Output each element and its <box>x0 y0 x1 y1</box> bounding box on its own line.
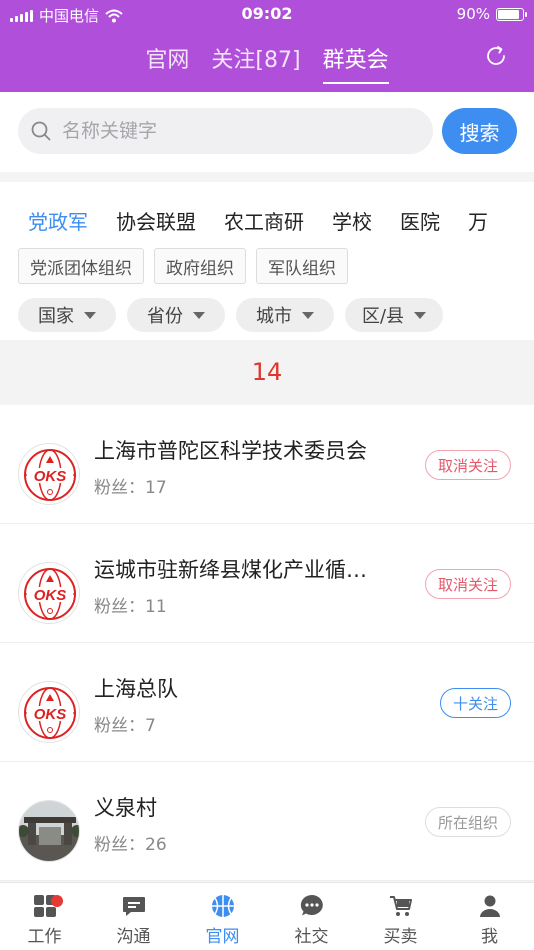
organization-button[interactable]: 所在组织 <box>424 807 511 837</box>
oks-logo-icon: OKS <box>24 449 76 501</box>
item-title: 运城市驻新绛县煤化产业循… <box>94 558 367 582</box>
fans-count: 7 <box>145 716 156 736</box>
search-box[interactable] <box>18 108 433 154</box>
item-title: 上海总队 <box>94 677 178 701</box>
list-item[interactable]: 义泉村 粉丝：26 所在组织 <box>0 762 534 881</box>
village-gate-icon <box>19 801 79 861</box>
category-tab[interactable]: 协会联盟 <box>116 206 196 235</box>
caret-down-icon <box>414 311 427 319</box>
status-time: 09:02 <box>241 4 293 23</box>
tab-work[interactable]: 工作 <box>0 883 89 950</box>
bottom-tab-bar: 工作 沟通 官网 社交 买卖 我 <box>0 882 534 950</box>
filter-area: 党政军 协会联盟 农工商研 学校 医院 万 党派团体组织 政府组织 军队组织 国… <box>0 182 534 340</box>
fans-prefix: 粉丝： <box>94 597 145 617</box>
subcategory-chips: 党派团体组织 政府组织 军队组织 <box>18 248 348 284</box>
battery-percent: 90% <box>456 5 490 23</box>
chat-icon <box>122 897 145 916</box>
follow-button[interactable]: 十关注 <box>439 688 511 718</box>
battery-fill <box>498 9 519 19</box>
bubble-icon <box>300 894 323 916</box>
item-fans: 粉丝：7 <box>94 711 156 736</box>
fans-count: 26 <box>145 835 167 855</box>
fans-count: 17 <box>145 478 167 498</box>
caret-down-icon <box>193 311 205 319</box>
item-fans: 粉丝：17 <box>94 473 167 498</box>
category-tab[interactable]: 万 <box>468 206 488 235</box>
refresh-icon[interactable] <box>484 44 508 68</box>
tab-label: 官网 <box>205 927 240 947</box>
basketball-icon <box>211 895 234 917</box>
category-tabs: 党政军 协会联盟 农工商研 学校 医院 万 <box>28 206 488 235</box>
region-dropdowns: 国家 省份 城市 区/县 <box>18 298 443 332</box>
oks-logo-icon: OKS <box>24 687 76 739</box>
result-count: 14 <box>0 340 534 404</box>
list-item[interactable]: OKS 上海市普陀区科学技术委员会 粉丝：17 取消关注 <box>0 405 534 524</box>
svg-text:OKS: OKS <box>34 587 67 604</box>
item-fans: 粉丝：11 <box>94 592 167 617</box>
tab-following[interactable]: 关注[87] <box>211 42 300 84</box>
city-dropdown[interactable]: 城市 <box>236 298 334 332</box>
category-tab[interactable]: 学校 <box>332 206 372 235</box>
dropdown-label: 城市 <box>256 306 292 327</box>
oks-logo-icon: OKS <box>24 568 76 620</box>
fans-prefix: 粉丝： <box>94 835 145 855</box>
item-fans: 粉丝：26 <box>94 830 167 855</box>
tab-label: 我 <box>481 927 498 947</box>
tab-trade[interactable]: 买卖 <box>356 883 445 950</box>
organization-list: OKS 上海市普陀区科学技术委员会 粉丝：17 取消关注 OKS 运城市驻新绛县… <box>0 405 534 881</box>
top-tabs: 官网 关注[87] 群英会 <box>0 42 534 84</box>
caret-down-icon <box>84 311 96 319</box>
caret-down-icon <box>302 311 314 319</box>
dropdown-label: 区/县 <box>361 306 405 327</box>
subcategory-chip[interactable]: 党派团体组织 <box>18 248 144 284</box>
user-icon <box>479 895 500 917</box>
search-input[interactable] <box>62 120 392 142</box>
list-item[interactable]: OKS 上海总队 粉丝：7 十关注 <box>0 643 534 762</box>
unfollow-button[interactable]: 取消关注 <box>424 569 511 599</box>
tab-label: 沟通 <box>116 927 151 947</box>
subcategory-chip[interactable]: 军队组织 <box>256 248 348 284</box>
svg-text:OKS: OKS <box>34 468 67 485</box>
battery-icon <box>496 7 527 21</box>
tab-label: 买卖 <box>383 927 418 947</box>
status-bar: 中国电信 09:02 90% <box>0 0 534 28</box>
oks-logo-avatar[interactable]: OKS <box>18 681 80 743</box>
category-tab[interactable]: 党政军 <box>28 206 88 235</box>
cart-icon <box>389 896 412 916</box>
category-tab[interactable]: 医院 <box>400 206 440 235</box>
tab-label: 社交 <box>294 927 329 947</box>
village-gate-avatar[interactable] <box>18 800 80 862</box>
fans-prefix: 粉丝： <box>94 716 145 736</box>
tab-me[interactable]: 我 <box>445 883 534 950</box>
svg-text:OKS: OKS <box>34 706 67 723</box>
oks-logo-avatar[interactable]: OKS <box>18 562 80 624</box>
dropdown-label: 省份 <box>147 306 183 327</box>
fans-count: 11 <box>145 597 167 617</box>
item-title: 上海市普陀区科学技术委员会 <box>94 439 367 463</box>
tab-official-site[interactable]: 官网 <box>145 42 189 84</box>
oks-logo-avatar[interactable]: OKS <box>18 443 80 505</box>
list-item[interactable]: OKS 运城市驻新绛县煤化产业循… 粉丝：11 取消关注 <box>0 524 534 643</box>
country-dropdown[interactable]: 国家 <box>18 298 116 332</box>
subcategory-chip[interactable]: 政府组织 <box>154 248 246 284</box>
unfollow-button[interactable]: 取消关注 <box>424 450 511 480</box>
tab-social[interactable]: 社交 <box>267 883 356 950</box>
tab-label: 工作 <box>27 927 62 947</box>
tab-chat[interactable]: 沟通 <box>89 883 178 950</box>
fans-prefix: 粉丝： <box>94 478 145 498</box>
tab-group-heroes[interactable]: 群英会 <box>322 42 389 84</box>
status-right: 90% <box>456 5 527 23</box>
province-dropdown[interactable]: 省份 <box>127 298 225 332</box>
category-tab[interactable]: 农工商研 <box>224 206 304 235</box>
search-icon <box>31 121 51 141</box>
search-button[interactable]: 搜索 <box>442 108 517 154</box>
app-header: 中国电信 09:02 90% 官网 关注[87] 群英会 <box>0 0 534 92</box>
dropdown-label: 国家 <box>38 306 74 327</box>
item-title: 义泉村 <box>94 796 157 820</box>
tab-official-site-nav[interactable]: 官网 <box>178 883 267 950</box>
notification-badge <box>51 895 63 907</box>
district-dropdown[interactable]: 区/县 <box>345 298 443 332</box>
